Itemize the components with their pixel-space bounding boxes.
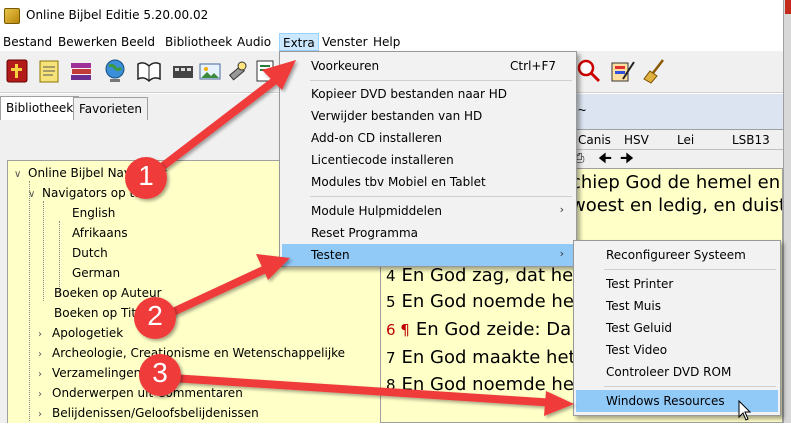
menu-item-test-video[interactable]: Test Video <box>576 339 778 361</box>
chevron-right-icon: › <box>559 247 564 260</box>
bible-icon[interactable] <box>2 56 32 86</box>
verse-line: 4 En God zag, dat het <box>386 265 581 286</box>
menu-item-module-hulpmiddelen[interactable]: Module Hulpmiddelen › <box>282 200 574 222</box>
annotation-number: 3 <box>152 357 168 388</box>
tree-item[interactable]: › Belijdenissen/Geloofsbelijdenissen <box>38 406 259 426</box>
tree-item[interactable]: Boeken op Titel <box>54 306 147 326</box>
tab-translation[interactable]: LSB13 <box>732 133 770 147</box>
tree-item[interactable]: › Apologetiek <box>38 326 123 346</box>
tab-translation[interactable]: Lei <box>677 133 694 147</box>
books-icon[interactable] <box>66 56 96 86</box>
verse-line: 8 En God noemde het <box>386 374 581 395</box>
menu-item-voorkeuren[interactable]: Voorkeuren Ctrl+F7 <box>282 55 574 77</box>
document-icon[interactable] <box>250 56 280 86</box>
globe-icon[interactable] <box>100 56 130 86</box>
chevron-right-icon: › <box>559 203 564 216</box>
menu-item-verwijder[interactable]: Verwijder bestanden van HD <box>282 105 574 127</box>
chevron-right-icon[interactable]: › <box>38 349 52 360</box>
menu-help[interactable]: Help <box>370 33 403 51</box>
close-button[interactable] <box>785 0 791 14</box>
menu-item-addon-cd[interactable]: Add-on CD installeren <box>282 127 574 149</box>
verse-line: woest en ledig, en duisto <box>571 195 783 216</box>
menu-bibliotheek[interactable]: Bibliotheek <box>162 33 235 51</box>
header-glyph: ~ <box>578 102 587 118</box>
chevron-down-icon[interactable]: ∨ <box>28 189 42 200</box>
tree-item[interactable]: German <box>72 266 120 286</box>
menu-item-kopieer-dvd[interactable]: Kopieer DVD bestanden naar HD <box>282 83 574 105</box>
window-title: Online Bijbel Editie 5.20.00.02 <box>26 8 209 22</box>
tab-favorieten[interactable]: Favorieten <box>73 97 148 121</box>
verse-line: chiep God de hemel en <box>571 172 781 193</box>
app-icon <box>4 8 20 24</box>
testen-submenu: Reconfigureer Systeem Test Printer Test … <box>573 240 781 416</box>
film-icon[interactable] <box>168 56 198 86</box>
menu-item-test-muis[interactable]: Test Muis <box>576 295 778 317</box>
menu-item-test-printer[interactable]: Test Printer <box>576 273 778 295</box>
chevron-down-icon[interactable]: ∨ <box>14 169 28 180</box>
open-book-icon[interactable] <box>134 56 164 86</box>
verse-line: 6 ¶ En God zeide: Da <box>386 319 572 340</box>
menu-audio[interactable]: Audio <box>234 33 274 51</box>
tab-bibliotheek[interactable]: Bibliotheek <box>0 96 80 120</box>
chevron-right-icon[interactable]: › <box>38 409 52 420</box>
tree-item[interactable]: › Onderwerpen uit Commentaren <box>38 386 243 406</box>
menu-item-modules-mobiel[interactable]: Modules tbv Mobiel en Tablet <box>282 171 574 193</box>
broom-icon[interactable] <box>640 56 670 86</box>
search-icon[interactable] <box>574 56 604 86</box>
menu-venster[interactable]: Venster <box>319 33 371 51</box>
tree-item[interactable]: Dutch <box>72 246 108 266</box>
chevron-right-icon[interactable]: › <box>38 389 52 400</box>
paint-icon[interactable] <box>608 56 638 86</box>
tree-item[interactable]: › Verzamelingen <box>38 366 141 386</box>
tab-translation[interactable]: HSV <box>624 133 649 147</box>
menu-item-test-geluid[interactable]: Test Geluid <box>576 317 778 339</box>
menu-item-testen[interactable]: Testen › <box>282 244 574 266</box>
mouse-cursor-icon <box>738 400 752 421</box>
menu-extra[interactable]: Extra <box>279 33 319 51</box>
menu-bar: Bestand Bewerken Beeld Bibliotheek Audio… <box>0 31 783 51</box>
tab-translation[interactable]: Canis <box>578 133 611 147</box>
flashlight-icon[interactable] <box>222 56 252 86</box>
title-bar: Online Bijbel Editie 5.20.00.02 <box>0 0 791 31</box>
menu-item-reset[interactable]: Reset Programma <box>282 222 574 244</box>
window-frame <box>783 0 791 423</box>
gallery-icon[interactable] <box>195 56 225 86</box>
annotation-number: 1 <box>138 160 154 191</box>
chevron-right-icon[interactable]: › <box>38 369 52 380</box>
annotation-number: 2 <box>147 300 163 331</box>
extra-menu: Voorkeuren Ctrl+F7 Kopieer DVD bestanden … <box>279 51 577 267</box>
notes-icon[interactable] <box>34 56 64 86</box>
menu-item-reconfigureer[interactable]: Reconfigureer Systeem <box>576 244 778 266</box>
tree-item[interactable]: English <box>72 206 115 226</box>
menu-beeld[interactable]: Beeld <box>118 33 158 51</box>
menu-item-controleer-dvd[interactable]: Controleer DVD ROM <box>576 361 778 383</box>
chevron-right-icon[interactable]: › <box>38 329 52 340</box>
verse-line: 7 En God maakte het <box>386 347 576 368</box>
tree-item[interactable]: › Archeologie, Creationisme en Wetenschap… <box>38 346 345 366</box>
menu-bewerken[interactable]: Bewerken <box>55 33 120 51</box>
menu-bestand[interactable]: Bestand <box>0 33 55 51</box>
verse-line: 5 En God noemde het <box>386 291 581 312</box>
tree-item[interactable]: Afrikaans <box>72 226 128 246</box>
menu-item-licentiecode[interactable]: Licentiecode installeren <box>282 149 574 171</box>
